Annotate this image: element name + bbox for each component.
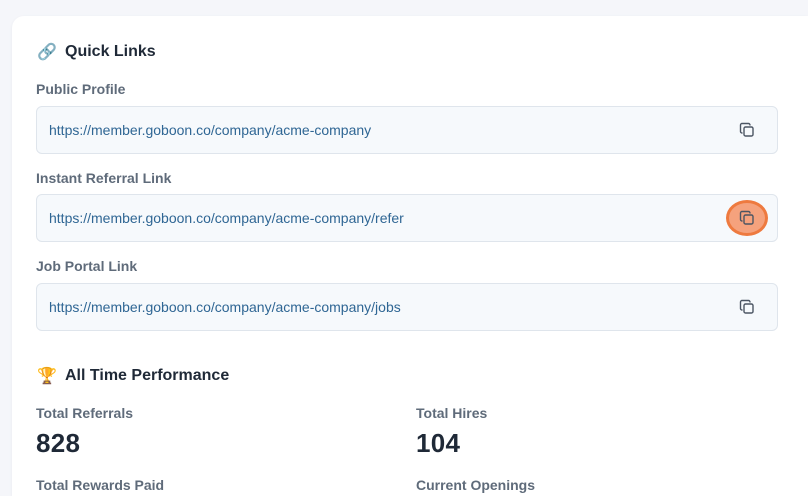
instant-referral-label: Instant Referral Link xyxy=(36,170,172,186)
public-profile-url[interactable]: https://member.goboon.co/company/acme-co… xyxy=(49,122,371,138)
job-portal-label: Job Portal Link xyxy=(36,258,138,274)
instant-referral-link-field: https://member.goboon.co/company/acme-co… xyxy=(36,194,778,242)
total-referrals-label: Total Referrals xyxy=(36,405,133,421)
performance-title: All Time Performance xyxy=(65,367,230,384)
total-hires-value: 104 xyxy=(416,428,461,458)
dashboard-card: 🔗 Quick Links Public Profile https://mem… xyxy=(12,16,808,496)
current-openings-label: Current Openings xyxy=(416,477,536,493)
quick-links-title: Quick Links xyxy=(65,43,156,60)
total-hires-label: Total Hires xyxy=(416,405,488,421)
trophy-icon: 🏆 xyxy=(37,368,57,385)
performance-heading: 🏆 All Time Performance xyxy=(37,366,230,386)
quick-links-heading: 🔗 Quick Links xyxy=(37,42,156,62)
job-portal-url[interactable]: https://member.goboon.co/company/acme-co… xyxy=(49,299,401,315)
instant-referral-url[interactable]: https://member.goboon.co/company/acme-co… xyxy=(49,210,404,226)
copy-job-portal-button[interactable] xyxy=(735,295,759,319)
copy-icon xyxy=(739,122,754,137)
public-profile-link-field: https://member.goboon.co/company/acme-co… xyxy=(36,106,778,154)
link-icon: 🔗 xyxy=(37,44,57,61)
total-rewards-paid-label: Total Rewards Paid xyxy=(36,477,165,493)
public-profile-label: Public Profile xyxy=(36,81,126,97)
copy-public-profile-button[interactable] xyxy=(735,118,759,142)
copy-icon xyxy=(739,210,754,225)
copy-instant-referral-button[interactable] xyxy=(726,200,768,236)
copy-icon xyxy=(739,299,754,314)
total-referrals-value: 828 xyxy=(36,428,81,458)
job-portal-link-field: https://member.goboon.co/company/acme-co… xyxy=(36,283,778,331)
